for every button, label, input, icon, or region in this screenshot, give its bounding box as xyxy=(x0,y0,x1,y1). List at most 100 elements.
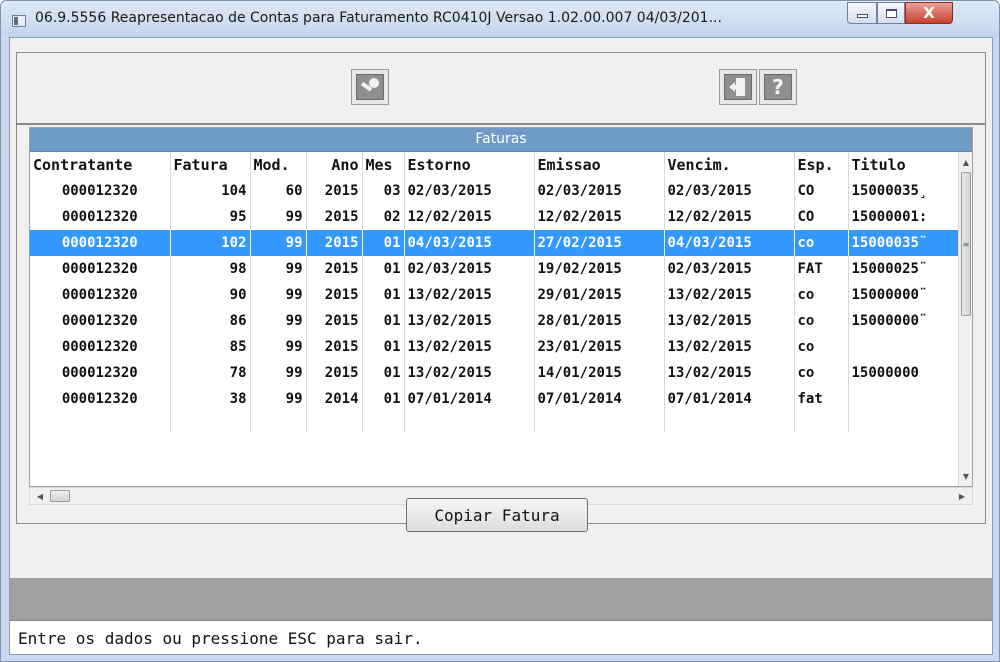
column-header-vencim[interactable]: Vencim. xyxy=(664,152,795,178)
table-row[interactable]: 000012320 86 99 2015 01 13/02/2015 28/01/2015 1… xyxy=(30,308,961,334)
cell-emissao[interactable]: 02/03/2015 xyxy=(534,178,665,204)
cell-mod[interactable]: 99 xyxy=(250,334,307,360)
cell-esp[interactable]: co xyxy=(794,360,849,386)
cell-mes[interactable]: 02 xyxy=(362,204,405,230)
cell-mes[interactable]: 01 xyxy=(362,334,405,360)
cell-titulo[interactable] xyxy=(848,386,961,412)
exit-button[interactable] xyxy=(719,69,757,105)
cell-fatura[interactable]: 98 xyxy=(170,256,251,282)
cell-vencim[interactable]: 13/02/2015 xyxy=(664,308,795,334)
cell-fatura[interactable]: 86 xyxy=(170,308,251,334)
column-header-mod[interactable]: Mod. xyxy=(250,152,307,178)
cell-titulo[interactable]: 15000001: xyxy=(848,204,961,230)
cell-titulo[interactable]: 15000035̈ xyxy=(848,230,961,256)
cell-contratante[interactable]: 000012320 xyxy=(30,204,171,230)
cell-contratante[interactable]: 000012320 xyxy=(30,230,171,256)
empty-cell-emissao[interactable] xyxy=(534,412,665,432)
scroll-right-icon[interactable]: ▶ xyxy=(954,488,970,504)
empty-cell-contratante[interactable] xyxy=(30,412,171,432)
cell-estorno[interactable]: 04/03/2015 xyxy=(404,230,535,256)
column-header-estorno[interactable]: Estorno xyxy=(404,152,535,178)
cell-vencim[interactable]: 04/03/2015 xyxy=(664,230,795,256)
cell-esp[interactable]: CO xyxy=(794,204,849,230)
empty-cell-estorno[interactable] xyxy=(404,412,535,432)
cell-fatura[interactable]: 85 xyxy=(170,334,251,360)
cell-emissao[interactable]: 23/01/2015 xyxy=(534,334,665,360)
cell-emissao[interactable]: 07/01/2014 xyxy=(534,386,665,412)
cell-estorno[interactable]: 13/02/2015 xyxy=(404,282,535,308)
cell-ano[interactable]: 2015 xyxy=(306,204,363,230)
cell-contratante[interactable]: 000012320 xyxy=(30,360,171,386)
faturas-table[interactable]: Contratante Fatura Mod. Ano Mes Estorno … xyxy=(30,152,961,432)
table-row[interactable]: 000012320 38 99 2014 01 07/01/2014 07/01/2014 0… xyxy=(30,386,961,412)
empty-row[interactable] xyxy=(30,412,961,432)
app-icon[interactable] xyxy=(12,15,26,27)
empty-cell-mes[interactable] xyxy=(362,412,405,432)
cell-fatura[interactable]: 38 xyxy=(170,386,251,412)
cell-contratante[interactable]: 000012320 xyxy=(30,386,171,412)
cell-contratante[interactable]: 000012320 xyxy=(30,308,171,334)
cell-ano[interactable]: 2014 xyxy=(306,386,363,412)
cell-mes[interactable]: 01 xyxy=(362,360,405,386)
cell-fatura[interactable]: 102 xyxy=(170,230,251,256)
cell-estorno[interactable]: 13/02/2015 xyxy=(404,360,535,386)
cell-mod[interactable]: 99 xyxy=(250,282,307,308)
cell-fatura[interactable]: 104 xyxy=(170,178,251,204)
minimize-button[interactable] xyxy=(847,2,877,24)
cell-emissao[interactable]: 27/02/2015 xyxy=(534,230,665,256)
cell-titulo[interactable] xyxy=(848,334,961,360)
cell-estorno[interactable]: 02/03/2015 xyxy=(404,256,535,282)
table-row[interactable]: 000012320 104 60 2015 03 02/03/2015 02/03/2015… xyxy=(30,178,961,204)
cell-mes[interactable]: 01 xyxy=(362,230,405,256)
empty-cell-ano[interactable] xyxy=(306,412,363,432)
column-header-emissao[interactable]: Emissao xyxy=(534,152,665,178)
cell-ano[interactable]: 2015 xyxy=(306,282,363,308)
cell-estorno[interactable]: 12/02/2015 xyxy=(404,204,535,230)
cell-estorno[interactable]: 02/03/2015 xyxy=(404,178,535,204)
cell-emissao[interactable]: 28/01/2015 xyxy=(534,308,665,334)
faturas-grid[interactable]: Faturas Contratante Fatura Mod. Ano Mes … xyxy=(29,127,973,487)
cell-mes[interactable]: 03 xyxy=(362,178,405,204)
cell-mes[interactable]: 01 xyxy=(362,386,405,412)
key-button[interactable] xyxy=(351,69,389,105)
cell-mod[interactable]: 99 xyxy=(250,386,307,412)
cell-mes[interactable]: 01 xyxy=(362,282,405,308)
column-header-mes[interactable]: Mes xyxy=(362,152,405,178)
cell-emissao[interactable]: 14/01/2015 xyxy=(534,360,665,386)
cell-emissao[interactable]: 29/01/2015 xyxy=(534,282,665,308)
cell-mod[interactable]: 99 xyxy=(250,204,307,230)
close-button[interactable]: X xyxy=(905,2,953,24)
vertical-scroll-thumb[interactable]: ≡ xyxy=(961,172,971,316)
cell-vencim[interactable]: 07/01/2014 xyxy=(664,386,795,412)
cell-titulo[interactable]: 15000000̈ xyxy=(848,308,961,334)
maximize-button[interactable] xyxy=(877,2,905,24)
cell-contratante[interactable]: 000012320 xyxy=(30,256,171,282)
empty-cell-esp[interactable] xyxy=(794,412,849,432)
cell-fatura[interactable]: 78 xyxy=(170,360,251,386)
cell-estorno[interactable]: 13/02/2015 xyxy=(404,308,535,334)
cell-ano[interactable]: 2015 xyxy=(306,256,363,282)
cell-fatura[interactable]: 95 xyxy=(170,204,251,230)
cell-contratante[interactable]: 000012320 xyxy=(30,178,171,204)
cell-ano[interactable]: 2015 xyxy=(306,334,363,360)
cell-ano[interactable]: 2015 xyxy=(306,308,363,334)
table-row[interactable]: 000012320 85 99 2015 01 13/02/2015 23/01/2015 1… xyxy=(30,334,961,360)
cell-emissao[interactable]: 12/02/2015 xyxy=(534,204,665,230)
table-row[interactable]: 000012320 95 99 2015 02 12/02/2015 12/02/2015 1… xyxy=(30,204,961,230)
cell-contratante[interactable]: 000012320 xyxy=(30,334,171,360)
cell-mes[interactable]: 01 xyxy=(362,308,405,334)
cell-esp[interactable]: co xyxy=(794,230,849,256)
cell-vencim[interactable]: 12/02/2015 xyxy=(664,204,795,230)
cell-esp[interactable]: co xyxy=(794,334,849,360)
cell-titulo[interactable]: 15000000̈ xyxy=(848,282,961,308)
cell-esp[interactable]: fat xyxy=(794,386,849,412)
cell-esp[interactable]: co xyxy=(794,308,849,334)
cell-mes[interactable]: 01 xyxy=(362,256,405,282)
cell-titulo[interactable]: 15000000 xyxy=(848,360,961,386)
scroll-down-icon[interactable]: ▼ xyxy=(959,468,972,484)
table-row[interactable]: 000012320 78 99 2015 01 13/02/2015 14/01/2015 1… xyxy=(30,360,961,386)
empty-cell-titulo[interactable] xyxy=(848,412,961,432)
column-header-fatura[interactable]: Fatura xyxy=(170,152,251,178)
cell-vencim[interactable]: 02/03/2015 xyxy=(664,256,795,282)
cell-mod[interactable]: 99 xyxy=(250,308,307,334)
